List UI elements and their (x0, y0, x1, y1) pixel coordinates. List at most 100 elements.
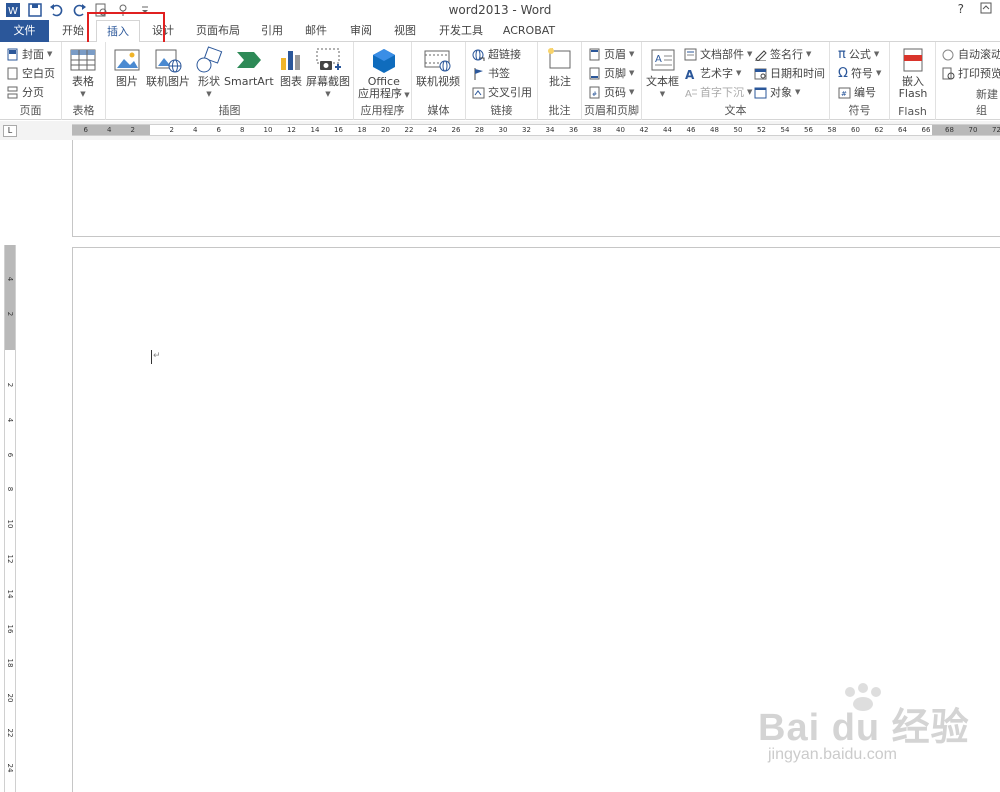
group-label-new: 新建组 (976, 88, 998, 117)
ruler-number: 70 (968, 126, 978, 134)
ruler-number: 40 (616, 126, 625, 134)
group-pages: 封面 ▼ 空白页 分页 页面 (0, 42, 62, 120)
ruler-number: 66 (921, 126, 931, 134)
signature-line-button[interactable]: 签名行 ▼ (754, 45, 811, 63)
ribbon-display-icon[interactable] (980, 2, 992, 17)
cross-reference-button[interactable]: 交叉引用 (472, 83, 532, 101)
group-label-tables: 表格 (72, 104, 95, 117)
paragraph-mark: ↵ (153, 351, 161, 361)
tab-mailings[interactable]: 邮件 (298, 20, 334, 42)
group-links: 超链接 书签 交叉引用 链接 (466, 42, 538, 120)
ruler-right-margin (932, 125, 1000, 135)
group-apps: Office 应用程序 ▼ 应用程序 (354, 42, 412, 120)
drop-cap-button[interactable]: A 首字下沉 ▼ (684, 83, 752, 101)
ruler-number: 24 (6, 763, 14, 773)
page-gap (72, 237, 1000, 247)
smartart-button[interactable]: SmartArt (224, 46, 274, 88)
ruler-number: 8 (6, 487, 14, 492)
ruler-number: 20 (381, 126, 390, 134)
hyperlink-button[interactable]: 超链接 (472, 45, 521, 63)
vertical-ruler[interactable]: 4 2 2 4 6 8 10 12 14 16 18 20 22 24 (4, 245, 16, 792)
footer-button[interactable]: 页脚 ▼ (588, 64, 634, 82)
tab-review[interactable]: 审阅 (343, 20, 379, 42)
ruler-number: 10 (6, 519, 14, 529)
ruler-number: 12 (287, 126, 296, 134)
textbox-button[interactable]: A 文本框 ▼ (646, 46, 679, 100)
ruler-number: 4 (193, 126, 198, 134)
tab-developer[interactable]: 开发工具 (432, 20, 490, 42)
table-button[interactable]: 表格 ▼ (68, 46, 98, 100)
group-label-text: 文本 (724, 104, 747, 117)
screenshot-button[interactable]: 屏幕截图 ▼ (306, 46, 350, 100)
ruler-number: 36 (569, 126, 578, 134)
ruler-number: 22 (404, 126, 414, 134)
help-button[interactable]: ? (958, 2, 964, 17)
shapes-button[interactable]: 形状 ▼ (194, 46, 224, 100)
ruler-number: 28 (475, 126, 484, 134)
tab-view[interactable]: 视图 (387, 20, 423, 42)
ruler-number: 26 (451, 126, 461, 134)
blank-page-button[interactable]: 空白页 (6, 64, 55, 82)
footer-icon (589, 67, 600, 79)
group-label-pages: 页面 (19, 104, 42, 117)
flash-icon (903, 48, 923, 72)
ruler-number: 50 (733, 126, 743, 134)
document-page-1[interactable] (72, 140, 1000, 237)
bookmark-button[interactable]: 书签 (472, 64, 510, 82)
comment-button[interactable]: 批注 (545, 46, 575, 88)
quick-parts-button[interactable]: 文档部件 ▼ (684, 45, 752, 63)
table-icon (70, 49, 96, 71)
picture-button[interactable]: 图片 (112, 46, 142, 88)
ruler-number: 6 (216, 126, 221, 134)
cross-reference-icon (472, 87, 485, 98)
ruler-number: 14 (6, 589, 14, 599)
group-label-apps: 应用程序 (360, 104, 405, 117)
ruler-number: 10 (263, 126, 273, 134)
office-store-icon (372, 49, 395, 73)
ruler-number: 48 (710, 126, 719, 134)
group-label-media: 媒体 (427, 104, 450, 117)
tab-home[interactable]: 开始 (55, 20, 91, 42)
group-illustrations: 图片 联机图片 形状 ▼ SmartArt 图表 屏幕截图 ▼ 插图 (106, 42, 354, 120)
tab-file[interactable]: 文件 (0, 20, 49, 42)
object-button[interactable]: 对象 ▼ (754, 83, 800, 101)
ruler-number: 22 (6, 728, 14, 738)
page-break-button[interactable]: 分页 (6, 83, 44, 101)
tab-page-layout[interactable]: 页面布局 (190, 20, 246, 42)
horizontal-ruler[interactable]: 6 4 2 2 4 6 8 10 12 14 16 18 20 22 24 26 28 30 32 34 36 38 40 4… (72, 124, 1000, 136)
wordart-button[interactable]: A 艺术字 ▼ (684, 64, 741, 82)
tab-references[interactable]: 引用 (254, 20, 290, 42)
ribbon: 封面 ▼ 空白页 分页 页面 表格 ▼ 表格 图片 联机图片 形状 ▼ Smar… (0, 42, 1000, 120)
cover-page-button[interactable]: 封面 ▼ (6, 45, 52, 63)
quick-parts-icon (684, 48, 697, 60)
group-label-comments: 批注 (548, 104, 571, 117)
number-icon: # (838, 87, 851, 98)
symbol-button[interactable]: Ω 符号 ▼ (838, 64, 881, 82)
embed-flash-button[interactable]: 嵌入 Flash (898, 46, 928, 100)
ruler-number: 24 (428, 126, 437, 134)
header-button[interactable]: 页眉 ▼ (588, 45, 634, 63)
tab-selector[interactable]: L (3, 125, 17, 137)
autoscroll-button[interactable]: 自动滚动 (942, 45, 1000, 63)
office-apps-button[interactable]: Office 应用程序 ▼ (358, 46, 410, 101)
tab-acrobat[interactable]: ACROBAT (498, 20, 560, 42)
hyperlink-icon (472, 49, 485, 61)
chart-button[interactable]: 图表 (276, 46, 306, 88)
ruler-number: 52 (757, 126, 766, 134)
online-video-button[interactable]: 联机视频 (416, 46, 460, 88)
ruler-number: 8 (240, 126, 245, 134)
print-preview-button[interactable]: 打印预览 (942, 64, 1000, 82)
equation-button[interactable]: π 公式 ▼ (838, 45, 879, 63)
bookmark-icon (474, 67, 483, 80)
ruler-number: 2 (130, 126, 135, 134)
date-time-button[interactable]: 日期和时间 (754, 64, 825, 82)
ruler-number: 30 (498, 126, 508, 134)
svg-text:#: # (841, 90, 847, 98)
page-number-button[interactable]: # 页码 ▼ (588, 83, 634, 101)
header-icon (589, 48, 600, 60)
svg-text:A: A (685, 89, 692, 99)
number-button[interactable]: # 编号 (838, 83, 876, 101)
text-cursor (151, 350, 152, 364)
group-flash: 嵌入 Flash Flash (890, 42, 936, 120)
online-picture-button[interactable]: 联机图片 (146, 46, 190, 88)
